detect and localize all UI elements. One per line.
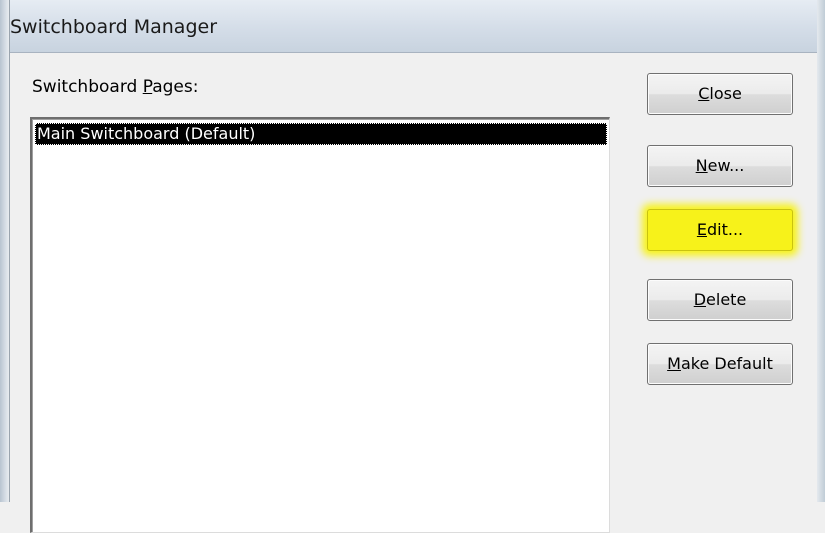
delete-label-rest: elete: [706, 290, 747, 309]
make-default-button[interactable]: Make Default: [647, 343, 793, 385]
edit-label-rest: dit...: [706, 220, 744, 239]
list-item[interactable]: Main Switchboard (Default): [35, 123, 607, 145]
edit-button[interactable]: Edit...: [647, 209, 793, 251]
label-text-pre: Switchboard: [32, 77, 143, 97]
window-right-border: [817, 0, 825, 502]
close-button[interactable]: Close: [647, 73, 793, 115]
label-text-post: ages:: [152, 77, 199, 97]
make-default-access-key: M: [667, 354, 681, 373]
delete-button[interactable]: Delete: [647, 279, 793, 321]
window-title: Switchboard Manager: [10, 16, 218, 38]
close-access-key: C: [698, 84, 710, 103]
switchboard-manager-window: Switchboard Manager Switchboard Pages: M…: [0, 0, 825, 533]
delete-access-key: D: [693, 290, 707, 309]
new-access-key: N: [695, 156, 708, 175]
dialog-content: Switchboard Pages: Main Switchboard (Def…: [10, 53, 817, 533]
switchboard-pages-list[interactable]: Main Switchboard (Default): [30, 117, 610, 533]
new-button[interactable]: New...: [647, 145, 793, 187]
title-bar[interactable]: Switchboard Manager: [0, 0, 825, 53]
new-label-rest: ew...: [707, 156, 745, 175]
make-default-label-rest: ake Default: [680, 354, 773, 373]
close-label-rest: lose: [709, 84, 742, 103]
label-access-key: P: [142, 77, 153, 97]
window-left-border: [0, 0, 10, 502]
edit-access-key: E: [696, 220, 707, 239]
switchboard-pages-label: Switchboard Pages:: [32, 77, 198, 97]
